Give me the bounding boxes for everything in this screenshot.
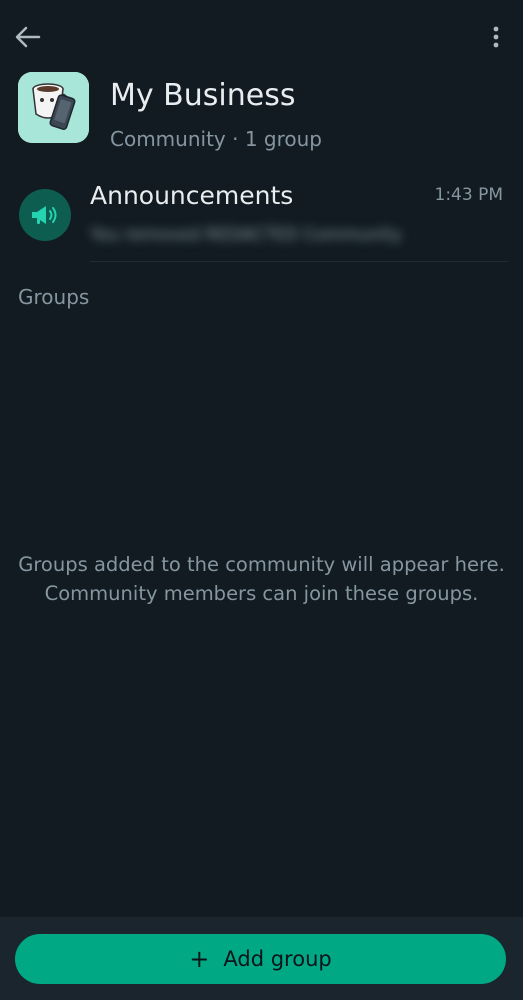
row-divider	[90, 261, 508, 262]
add-group-label: Add group	[223, 947, 332, 971]
plus-icon: +	[189, 945, 210, 973]
back-button[interactable]	[12, 22, 44, 52]
announcements-title: Announcements	[90, 181, 294, 210]
community-avatar[interactable]	[18, 72, 89, 143]
groups-empty-message: Groups added to the community will appea…	[0, 550, 523, 608]
empty-message-line-2: Community members can join these groups.	[44, 582, 479, 605]
more-options-button[interactable]	[482, 22, 510, 52]
more-vertical-icon	[493, 26, 499, 48]
arrow-left-icon	[15, 26, 41, 48]
empty-message-line-1: Groups added to the community will appea…	[18, 553, 505, 576]
add-group-button[interactable]: + Add group	[15, 934, 506, 984]
coffee-phone-icon	[18, 72, 89, 143]
announcements-time: 1:43 PM	[434, 185, 504, 205]
megaphone-icon	[32, 206, 57, 224]
announcements-preview: You removed REDACTED Community	[90, 225, 403, 245]
footer-bar: + Add group	[0, 917, 523, 1000]
community-title: My Business	[110, 78, 296, 113]
announcements-chat-row[interactable]: Announcements 1:43 PM You removed REDACT…	[0, 165, 523, 262]
community-subtitle: Community · 1 group	[110, 127, 322, 151]
announcements-avatar	[19, 189, 71, 241]
community-header: My Business Community · 1 group	[0, 0, 523, 165]
groups-section-heading: Groups	[18, 285, 90, 309]
